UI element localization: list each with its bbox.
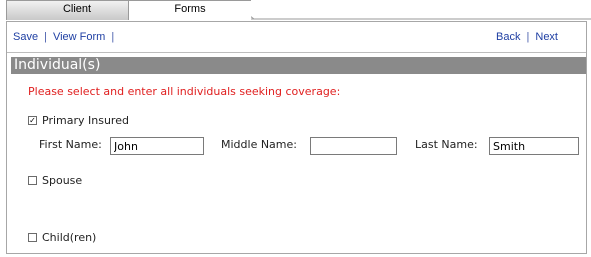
next-link[interactable]: Next	[535, 31, 558, 43]
middle-name-field[interactable]	[310, 137, 397, 155]
first-name-label: First Name:	[39, 138, 102, 151]
tab-client-label: Client	[62, 3, 92, 15]
back-link[interactable]: Back	[496, 31, 520, 43]
last-name-field[interactable]	[489, 137, 579, 155]
toolbar-separator: |	[111, 31, 115, 43]
toolbar: Save | View Form | Back | Next	[7, 30, 586, 48]
toolbar-separator: |	[44, 31, 47, 43]
view-form-link[interactable]: View Form	[53, 31, 105, 43]
first-name-field[interactable]	[110, 137, 204, 155]
children-label: Child(ren)	[42, 231, 97, 244]
primary-insured-checkbox[interactable]: ✓	[28, 116, 37, 125]
spouse-label: Spouse	[42, 174, 83, 187]
tab-forms-label: Forms	[174, 3, 206, 15]
tab-forms[interactable]: Forms	[128, 0, 251, 20]
tab-client[interactable]: Client	[6, 0, 148, 20]
middle-name-label: Middle Name:	[221, 138, 297, 151]
section-header: Individual(s)	[11, 57, 586, 74]
forms-panel: Save | View Form | Back | Next Individual(s) …	[6, 21, 587, 254]
section-title: Individual(s)	[14, 57, 101, 73]
spouse-row: Spouse	[28, 174, 228, 188]
spouse-checkbox[interactable]	[28, 176, 37, 185]
children-row: Child(ren)	[28, 231, 228, 245]
toolbar-separator: |	[526, 31, 530, 43]
primary-insured-row: ✓ Primary Insured	[28, 114, 228, 128]
save-link[interactable]: Save	[13, 31, 38, 43]
primary-insured-label: Primary Insured	[42, 114, 129, 127]
last-name-label: Last Name:	[415, 138, 478, 151]
toolbar-divider	[7, 52, 586, 53]
instruction-text: Please select and enter all individuals …	[28, 85, 341, 98]
tab-bar: Client Forms	[0, 0, 591, 22]
children-checkbox[interactable]	[28, 233, 37, 242]
